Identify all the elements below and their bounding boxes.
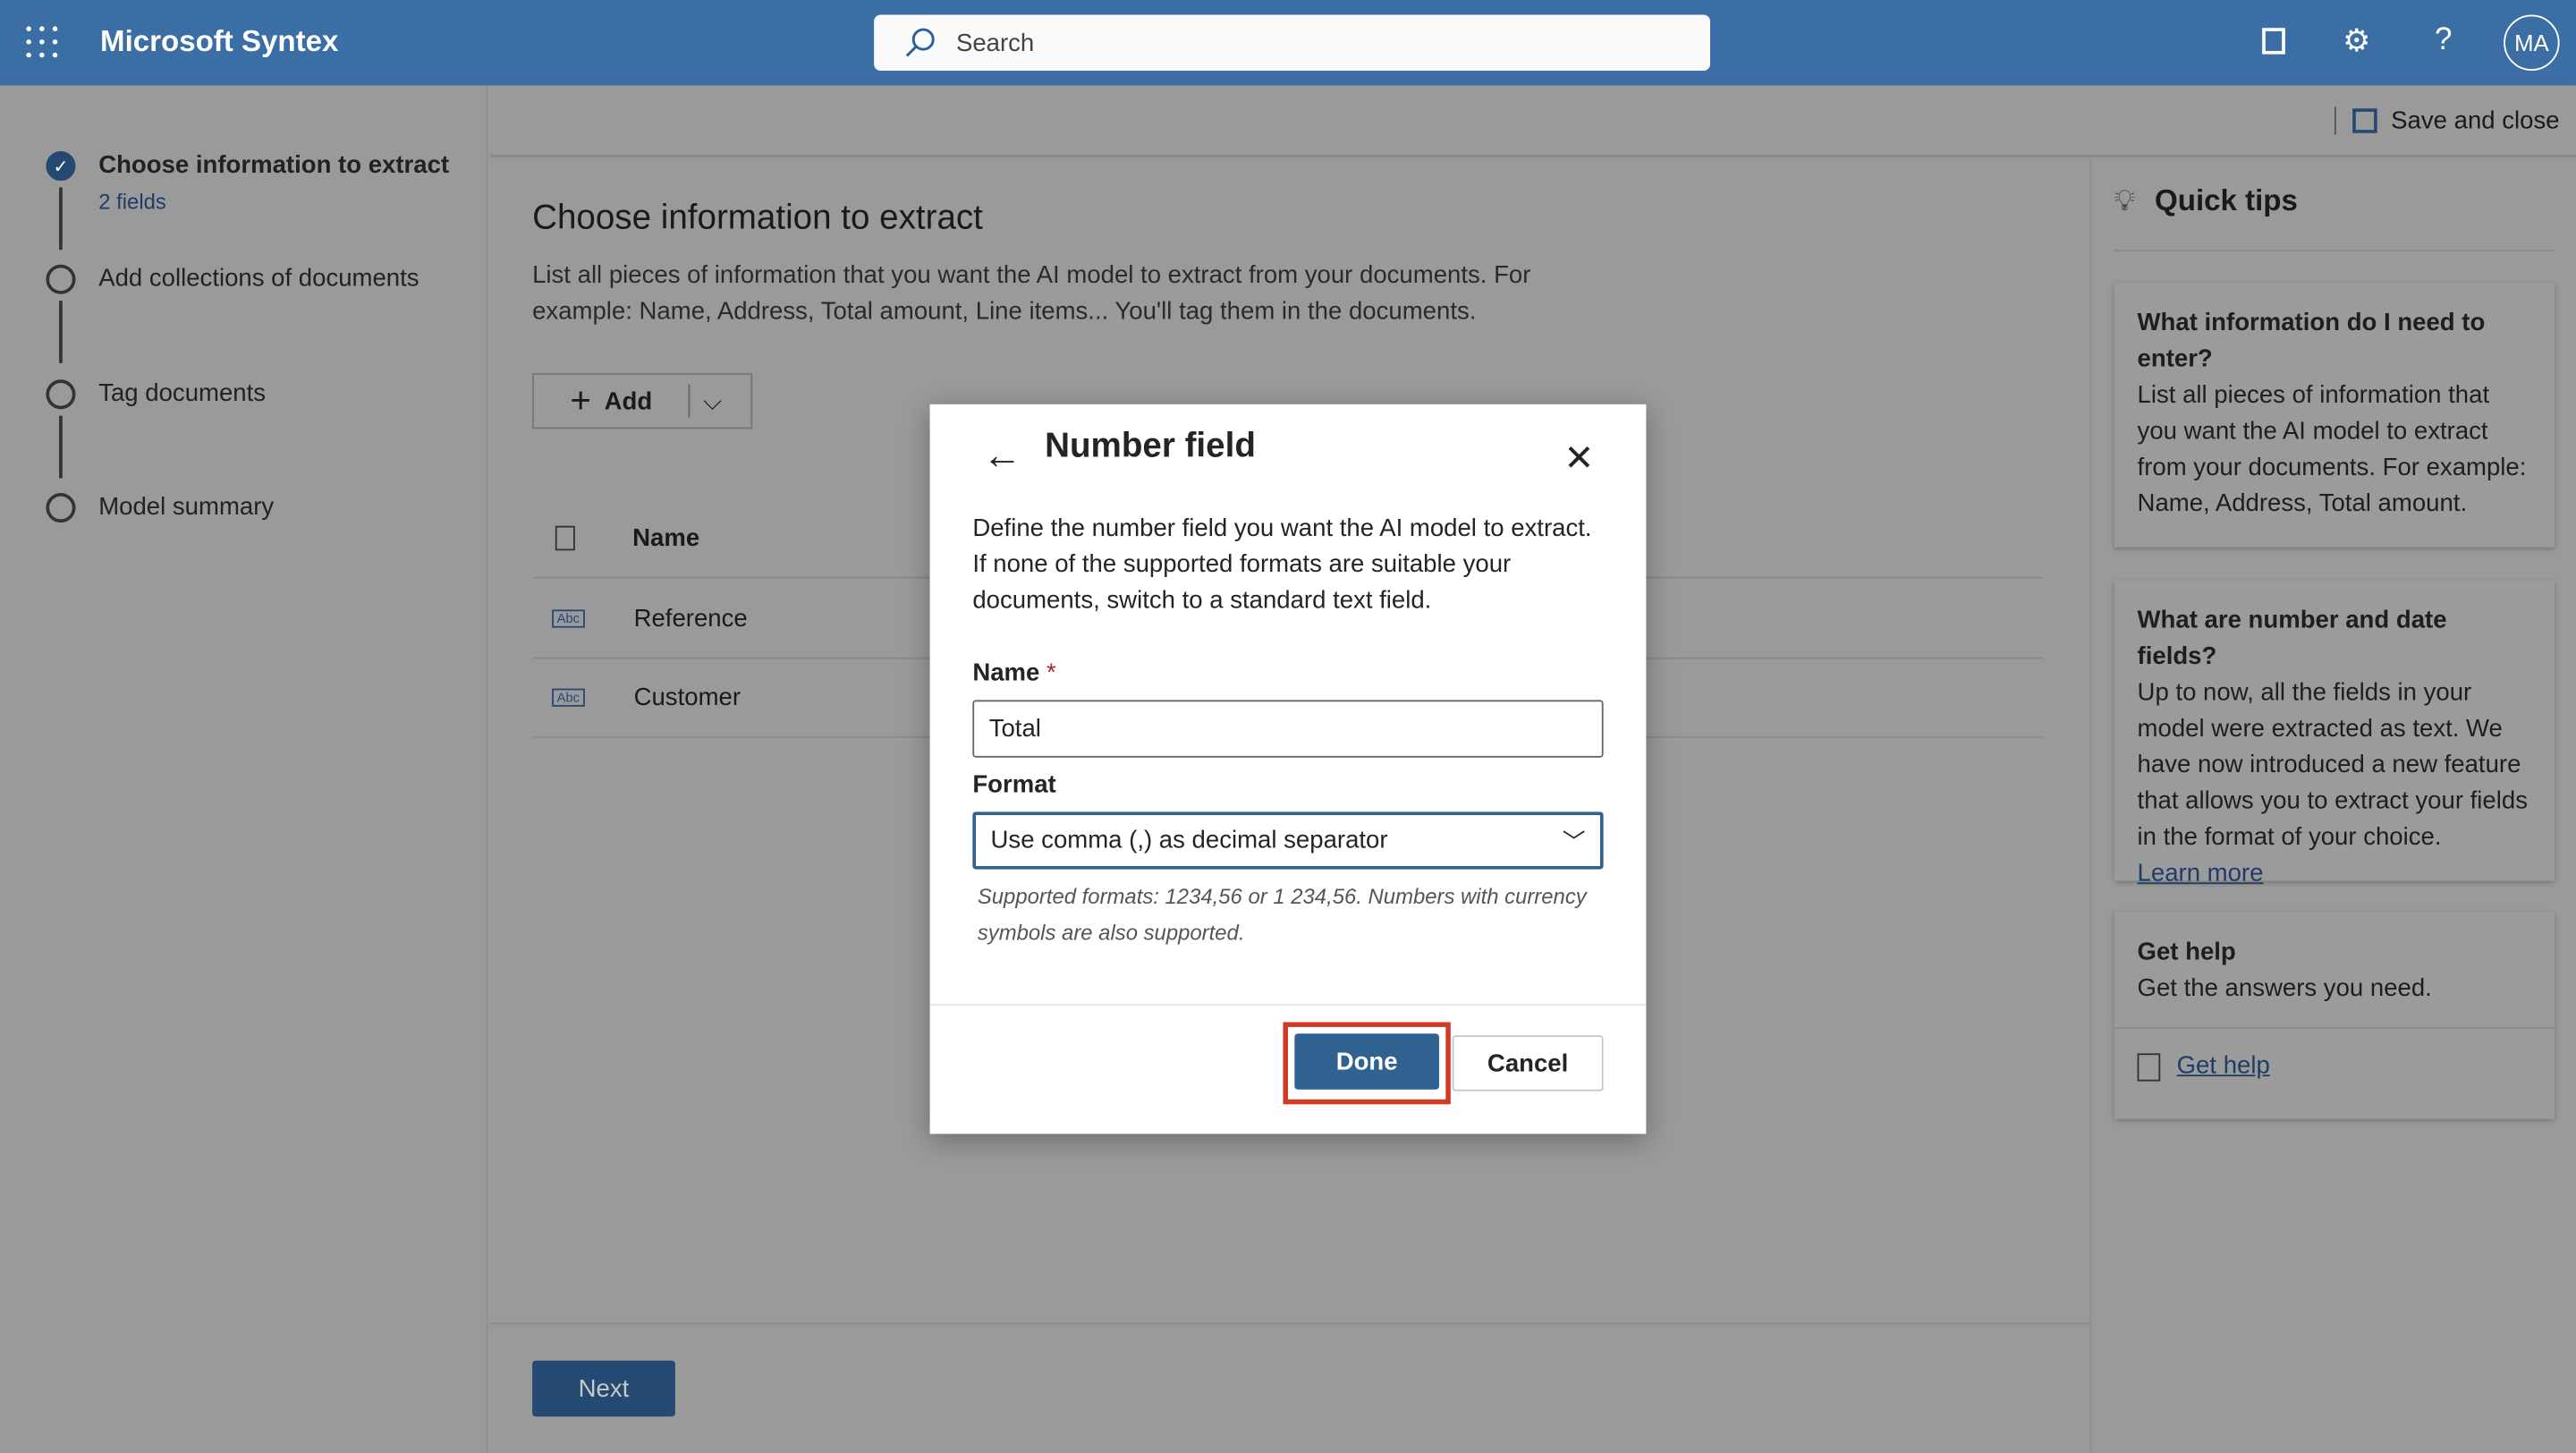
field-name: Reference <box>633 604 748 633</box>
save-and-close-button[interactable]: Save and close <box>2334 106 2560 135</box>
learn-more-link[interactable]: Learn more <box>2138 860 2264 888</box>
column-header-name[interactable]: Name <box>632 524 699 552</box>
tip-body: List all pieces of information that you … <box>2137 381 2527 518</box>
step-label: Choose information to extract <box>98 150 450 180</box>
search-placeholder: Search <box>955 29 1035 57</box>
step-label: Add collections of documents <box>98 264 419 293</box>
add-field-button[interactable]: + Add ⌵ <box>532 372 753 429</box>
document-icon <box>555 525 575 551</box>
tip-card: What are number and date fields? Up to n… <box>2114 580 2555 888</box>
top-bar: Microsoft Syntex Search ⚙ ? MA <box>0 0 2576 86</box>
step-connector <box>59 415 63 479</box>
format-dropdown[interactable]: Use comma (,) as decimal separator ﹀ <box>972 811 1604 870</box>
tip-heading: What information do I need to enter? <box>2137 309 2486 373</box>
wizard-steps: ✓ Choose information to extract 2 fields… <box>0 85 488 1453</box>
back-arrow-icon[interactable]: ← <box>982 434 1021 480</box>
avatar[interactable]: MA <box>2504 14 2560 71</box>
tip-heading: What are number and date fields? <box>2137 606 2447 671</box>
close-icon[interactable]: ✕ <box>1564 438 1595 480</box>
step-model-summary[interactable]: Model summary <box>46 493 274 523</box>
lightbulb-icon: 💡︎ <box>2114 183 2135 217</box>
tip-card: Get help Get the answers you need. Get h… <box>2114 912 2555 1119</box>
step-circle-icon <box>46 493 76 523</box>
tip-heading: Get help <box>2137 938 2236 966</box>
chevron-down-icon[interactable]: ⌵ <box>703 387 722 415</box>
dialog-description: Define the number field you want the AI … <box>972 514 1592 615</box>
app-title: Microsoft Syntex <box>100 24 339 58</box>
text-field-icon: Abc <box>552 609 585 628</box>
check-icon: ✓ <box>46 150 76 182</box>
step-tag-documents[interactable]: Tag documents <box>46 379 267 410</box>
search-input[interactable]: Search <box>874 14 1711 71</box>
tip-body: Up to now, all the fields in your model … <box>2137 678 2528 852</box>
add-label: Add <box>604 387 653 415</box>
name-input[interactable]: Total <box>972 700 1604 758</box>
step-connector <box>59 187 63 251</box>
settings-gear-icon[interactable]: ⚙ <box>2343 23 2370 61</box>
footer-divider <box>489 1322 2090 1325</box>
step-label: Tag documents <box>98 379 267 408</box>
quick-tips-header: 💡︎ Quick tips <box>2114 184 2298 219</box>
save-icon <box>2352 108 2378 133</box>
done-button[interactable]: Done <box>1294 1033 1439 1090</box>
page-description: List all pieces of information that you … <box>532 261 1531 326</box>
page-title: Choose information to extract <box>532 199 983 237</box>
step-connector <box>59 301 63 363</box>
cancel-button[interactable]: Cancel <box>1452 1035 1604 1092</box>
step-add-collections[interactable]: Add collections of documents <box>46 264 419 294</box>
chevron-down-icon: ﹀ <box>1562 827 1586 854</box>
step-label: Model summary <box>98 493 275 522</box>
name-label: Name * <box>972 659 1056 687</box>
save-and-close-label: Save and close <box>2391 106 2560 135</box>
field-name: Customer <box>633 684 741 712</box>
app-launcher-icon[interactable] <box>26 26 59 59</box>
notes-icon[interactable] <box>2262 28 2285 55</box>
step-circle-icon <box>46 379 76 410</box>
get-help-link[interactable]: Get help <box>2177 1049 2270 1084</box>
plus-icon: + <box>570 379 591 421</box>
command-bar: Save and close <box>489 86 2576 158</box>
number-field-dialog: ← Number field ✕ Define the number field… <box>929 404 1647 1134</box>
quick-tips-title: Quick tips <box>2155 183 2298 217</box>
step-choose-information[interactable]: ✓ Choose information to extract 2 fields <box>46 150 450 214</box>
step-circle-icon <box>46 264 76 294</box>
dialog-title: Number field <box>1045 427 1256 465</box>
tip-card: What information do I need to enter? Lis… <box>2114 282 2555 548</box>
search-icon <box>905 28 935 57</box>
quick-tips-panel: 💡︎ Quick tips What information do I need… <box>2089 159 2576 1453</box>
format-selected-value: Use comma (,) as decimal separator <box>990 826 1388 855</box>
step-sublabel: 2 fields <box>98 189 166 214</box>
text-field-icon: Abc <box>552 688 585 707</box>
help-icon[interactable]: ? <box>2435 23 2452 59</box>
book-icon <box>2137 1052 2161 1081</box>
next-button[interactable]: Next <box>532 1360 675 1417</box>
tip-body: Get the answers you need. <box>2137 974 2432 1003</box>
format-hint: Supported formats: 1234,56 or 1 234,56. … <box>977 884 1587 946</box>
format-label: Format <box>972 770 1056 799</box>
